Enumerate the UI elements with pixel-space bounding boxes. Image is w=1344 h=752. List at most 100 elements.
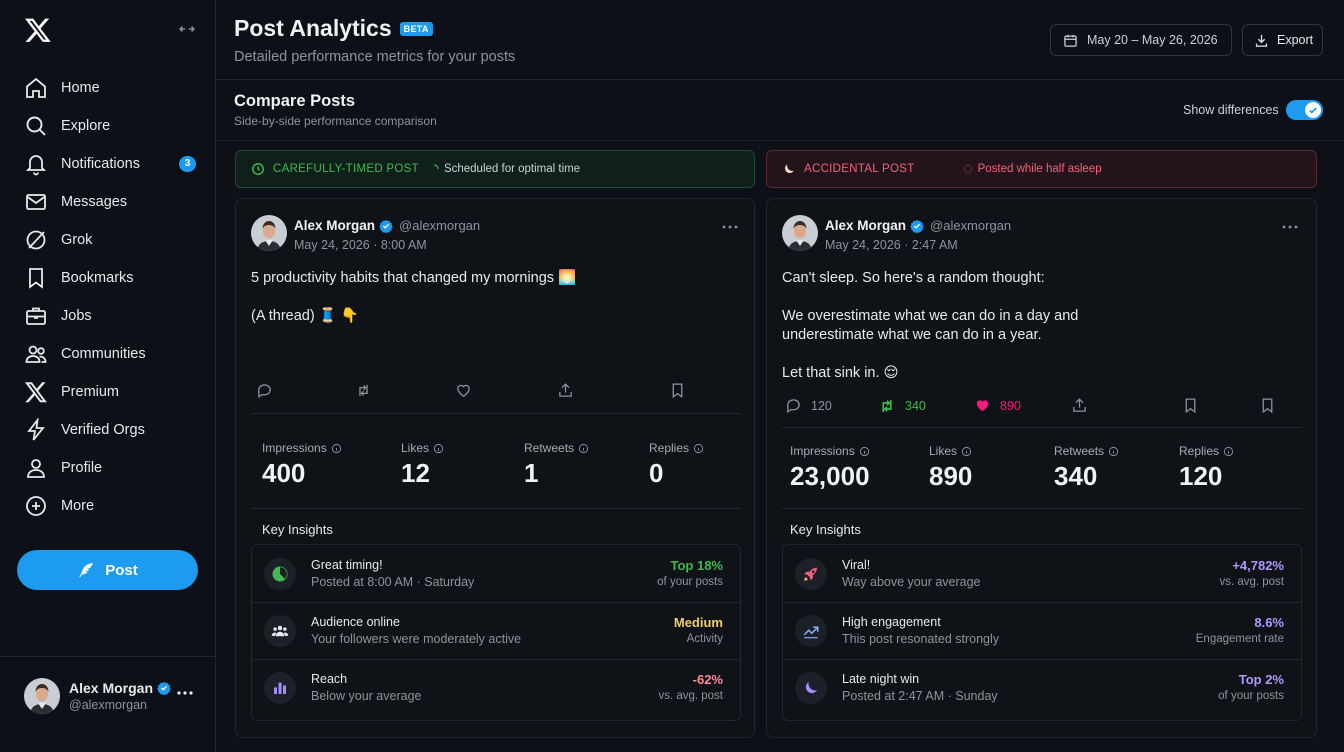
insights-list: Viral! Way above your average +4,782% vs… bbox=[782, 544, 1302, 721]
info-icon[interactable] bbox=[433, 443, 444, 454]
sidebar-item-label: Premium bbox=[61, 384, 120, 400]
sidebar-item-grok[interactable]: Grok bbox=[14, 221, 204, 259]
post-body: 5 productivity habits that changed my mo… bbox=[251, 269, 576, 345]
post-timestamp: May 24, 2026 · 8:00 AM bbox=[294, 238, 427, 252]
post-timestamp: May 24, 2026 · 2:47 AM bbox=[825, 238, 958, 252]
insight-title: Viral! bbox=[842, 558, 871, 572]
bookmark-button[interactable] bbox=[669, 382, 695, 399]
stat-label: Impressions bbox=[790, 444, 855, 458]
post-type-banner-right: ACCIDENTAL POST Posted while half asleep bbox=[766, 150, 1317, 188]
post-text-line: Can't sleep. So here's a random thought: bbox=[782, 270, 1045, 286]
post-actions bbox=[251, 382, 741, 402]
sidebar-item-premium[interactable]: Premium bbox=[14, 373, 204, 411]
info-icon[interactable] bbox=[961, 446, 972, 457]
info-icon[interactable] bbox=[693, 443, 704, 454]
sidebar-item-label: Explore bbox=[61, 118, 111, 134]
stat-value: 340 bbox=[1054, 461, 1098, 491]
sidebar-item-label: Home bbox=[61, 80, 100, 96]
sidebar-item-label: Verified Orgs bbox=[61, 422, 145, 438]
show-differences-toggle[interactable] bbox=[1286, 100, 1323, 120]
post-button-label: Post bbox=[105, 561, 138, 579]
bookmark-icon bbox=[29, 268, 43, 289]
sidebar-item-home[interactable]: Home bbox=[14, 69, 204, 107]
date-range-button[interactable]: May 20 – May 26, 2026 bbox=[1050, 24, 1232, 56]
sidebar-item-label: Grok bbox=[61, 232, 93, 248]
sidebar-item-messages[interactable]: Messages bbox=[14, 183, 204, 221]
sidebar-item-profile[interactable]: Profile bbox=[14, 449, 204, 487]
reply-button[interactable] bbox=[256, 382, 282, 399]
bookmark-icon bbox=[672, 383, 683, 399]
insight-title: Reach bbox=[311, 672, 348, 686]
stat-label: Replies bbox=[1179, 444, 1220, 458]
insight-value: 8.6% bbox=[1254, 615, 1284, 630]
post-body: Can't sleep. So here's a random thought:… bbox=[782, 269, 1082, 402]
bookmark-button[interactable] bbox=[1182, 397, 1208, 414]
bookmark-icon bbox=[1262, 398, 1273, 414]
insight-row: Late night win Posted at 2:47 AM · Sunda… bbox=[783, 659, 1301, 716]
like-button[interactable]: 890 bbox=[974, 397, 1021, 414]
reply-button[interactable]: 120 bbox=[785, 397, 832, 414]
more-horizontal-icon[interactable] bbox=[722, 225, 738, 229]
sidebar-item-verified-orgs[interactable]: Verified Orgs bbox=[14, 411, 204, 449]
author-handle: @alexmorgan bbox=[399, 218, 481, 233]
stat-label: Retweets bbox=[1054, 444, 1105, 458]
like-button[interactable] bbox=[455, 382, 481, 399]
date-range-label: May 20 – May 26, 2026 bbox=[1087, 33, 1218, 47]
export-button[interactable]: Export bbox=[1242, 24, 1323, 56]
stat-retweets: Retweets 1 bbox=[524, 441, 589, 489]
sidebar-item-more[interactable]: More bbox=[14, 487, 204, 525]
calendar-icon bbox=[1064, 34, 1077, 47]
avatar bbox=[24, 678, 60, 714]
feather-icon bbox=[79, 563, 93, 578]
sidebar-item-label: More bbox=[61, 498, 95, 514]
info-icon[interactable] bbox=[1223, 446, 1234, 457]
account-switcher[interactable]: Alex Morgan @alexmorgan bbox=[0, 656, 215, 752]
post-card-left: Alex Morgan @alexmorgan May 24, 2026 · 8… bbox=[235, 198, 755, 738]
post-text-line: (A thread) 🧵 👇 bbox=[251, 308, 359, 324]
retweet-button[interactable] bbox=[355, 382, 381, 399]
bar-chart-icon bbox=[274, 682, 286, 694]
collapse-sidebar-icon[interactable] bbox=[178, 21, 196, 37]
post-type-banner-left: CAREFULLY-TIMED POST Scheduled for optim… bbox=[235, 150, 755, 188]
sidebar-item-explore[interactable]: Explore bbox=[14, 107, 204, 145]
stat-value: 12 bbox=[401, 458, 430, 488]
sidebar-item-notifications[interactable]: Notifications 3 bbox=[14, 145, 204, 183]
sidebar-item-label: Messages bbox=[61, 194, 128, 210]
more-horizontal-icon[interactable] bbox=[176, 690, 194, 696]
more-horizontal-icon[interactable] bbox=[1282, 225, 1298, 229]
stat-value: 890 bbox=[929, 461, 973, 491]
x-logo-icon[interactable] bbox=[24, 16, 52, 44]
share-icon bbox=[559, 383, 572, 397]
post-text-line: We overestimate what we can do in a day … bbox=[782, 308, 1079, 343]
retweet-icon bbox=[882, 400, 892, 412]
stat-label: Likes bbox=[401, 441, 430, 455]
sidebar-item-jobs[interactable]: Jobs bbox=[14, 297, 204, 335]
stat-likes: Likes 12 bbox=[401, 441, 444, 489]
sidebar-item-communities[interactable]: Communities bbox=[14, 335, 204, 373]
user-icon bbox=[27, 459, 45, 478]
bookmark-button[interactable] bbox=[1259, 397, 1285, 414]
post-actions: 120 340 890 bbox=[782, 397, 1302, 417]
post-author[interactable]: Alex Morgan @alexmorgan bbox=[825, 218, 1011, 233]
post-button[interactable]: Post bbox=[17, 550, 198, 590]
info-icon[interactable] bbox=[331, 443, 342, 454]
insight-row: Reach Below your average -62% vs. avg. p… bbox=[252, 659, 740, 716]
insight-value-caption: of your posts bbox=[657, 576, 723, 588]
retweet-button[interactable]: 340 bbox=[878, 397, 926, 415]
post-author[interactable]: Alex Morgan @alexmorgan bbox=[294, 218, 480, 233]
rocket-icon bbox=[804, 567, 818, 581]
share-button[interactable] bbox=[557, 382, 583, 399]
info-icon[interactable] bbox=[859, 446, 870, 457]
stat-replies: Replies 120 bbox=[1179, 444, 1234, 492]
page-title: Post Analytics BETA bbox=[234, 15, 433, 42]
info-icon[interactable] bbox=[578, 443, 589, 454]
sidebar-item-label: Notifications bbox=[61, 156, 140, 172]
info-icon[interactable] bbox=[1108, 446, 1119, 457]
grok-icon bbox=[26, 230, 46, 250]
share-button[interactable] bbox=[1071, 397, 1097, 414]
sidebar-item-bookmarks[interactable]: Bookmarks bbox=[14, 259, 204, 297]
section-title: Compare Posts bbox=[234, 92, 356, 110]
stat-label: Likes bbox=[929, 444, 958, 458]
account-handle: @alexmorgan bbox=[69, 698, 148, 712]
sidebar-item-label: Profile bbox=[61, 460, 103, 476]
